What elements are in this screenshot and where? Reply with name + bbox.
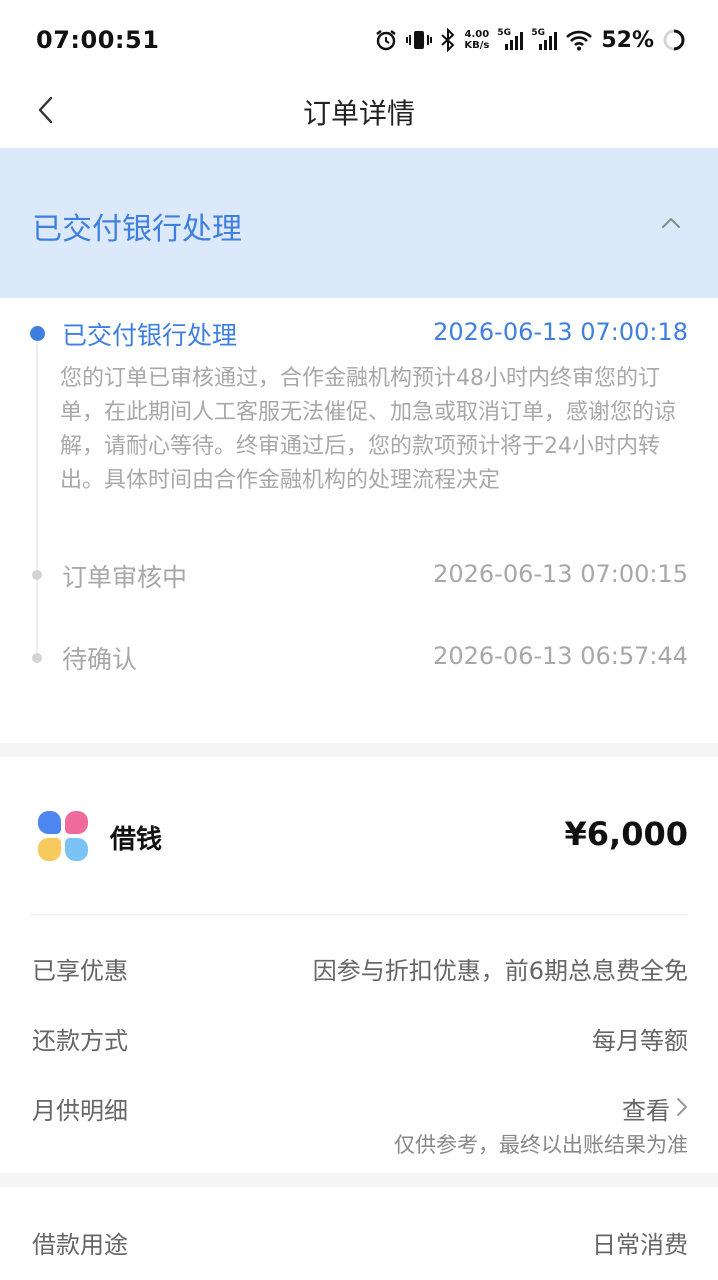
loan-summary-card: 借钱 ¥6,000 已享优惠 因参与折扣优惠，前6期总息费全免 还款方式 每月等…: [0, 757, 718, 1173]
order-status-banner: 已交付银行处理: [0, 148, 718, 298]
order-status-title: 已交付银行处理: [32, 212, 242, 247]
alarm-icon: [374, 28, 398, 52]
monthly-detail-label: 月供明细: [32, 1097, 128, 1125]
loan-product-name: 借钱: [110, 825, 163, 855]
repayment-method-value: 每月等额: [592, 1027, 688, 1055]
logo-petal: [38, 838, 61, 861]
loan-purpose-label: 借款用途: [32, 1231, 128, 1259]
timeline-active-label: 已交付银行处理: [62, 321, 238, 350]
network-speed: 4.00 KB/s: [464, 29, 489, 51]
sim1-signal-icon: 5G: [497, 28, 524, 52]
chevron-right-icon: [676, 1095, 688, 1123]
sim2-signal-icon: 5G: [531, 28, 558, 52]
view-monthly-detail-link[interactable]: 查看: [622, 1091, 688, 1126]
timeline-step-label: 订单审核中: [62, 563, 188, 592]
order-detail-page: 07:00:51 4.00 KB/s 5G 5G 52% 订单详情 已交付银行处…: [0, 0, 718, 1280]
section-divider: [0, 743, 718, 757]
collapse-timeline-button[interactable]: [656, 208, 686, 238]
chevron-up-icon: [661, 214, 681, 233]
loan-amount: ¥6,000: [564, 815, 688, 853]
timeline-active-description: 您的订单已审核通过，合作金融机构预计48小时内终审您的订单，在此期间人工客服无法…: [60, 366, 677, 493]
battery-ring-icon: [662, 28, 686, 52]
timeline-line: [36, 338, 38, 658]
loan-purpose-section: 借款用途 日常消费: [0, 1187, 718, 1280]
wifi-icon: [565, 29, 593, 51]
view-link-text: 查看: [622, 1097, 670, 1125]
logo-petal: [65, 811, 88, 834]
monthly-detail-note: 仅供参考，最终以出账结果为准: [394, 1133, 688, 1157]
discount-label: 已享优惠: [32, 957, 128, 985]
logo-petal: [38, 811, 61, 834]
timeline-step-label: 待确认: [62, 645, 138, 674]
status-bar: 07:00:51 4.00 KB/s 5G 5G 52%: [0, 0, 718, 78]
discount-value: 因参与折扣优惠，前6期总息费全免: [312, 957, 688, 985]
network-speed-unit: KB/s: [464, 40, 490, 51]
nav-bar: 订单详情: [0, 78, 718, 148]
repayment-method-label: 还款方式: [32, 1027, 128, 1055]
bluetooth-icon: [440, 28, 456, 52]
network-speed-value: 4.00: [464, 29, 490, 40]
status-time: 07:00:51: [36, 26, 160, 54]
timeline-dot-active: [30, 326, 45, 341]
section-divider: [0, 1173, 718, 1187]
timeline-dot: [32, 570, 42, 580]
timeline-step-time: 2026-06-13 06:57:44: [433, 642, 688, 670]
battery-percent: 52%: [601, 27, 654, 53]
timeline-active-time: 2026-06-13 07:00:18: [433, 318, 688, 346]
vibrate-icon: [406, 28, 433, 52]
page-title: 订单详情: [302, 97, 415, 130]
logo-petal: [65, 838, 88, 861]
loan-purpose-value: 日常消费: [592, 1231, 688, 1259]
timeline-step-time: 2026-06-13 07:00:15: [433, 560, 688, 588]
card-divider: [30, 914, 688, 915]
app-logo: [38, 811, 88, 861]
timeline-dot: [32, 653, 42, 663]
status-icons: 4.00 KB/s 5G 5G 52%: [374, 24, 686, 56]
order-timeline: 已交付银行处理 2026-06-13 07:00:18 您的订单已审核通过，合作…: [0, 298, 718, 743]
